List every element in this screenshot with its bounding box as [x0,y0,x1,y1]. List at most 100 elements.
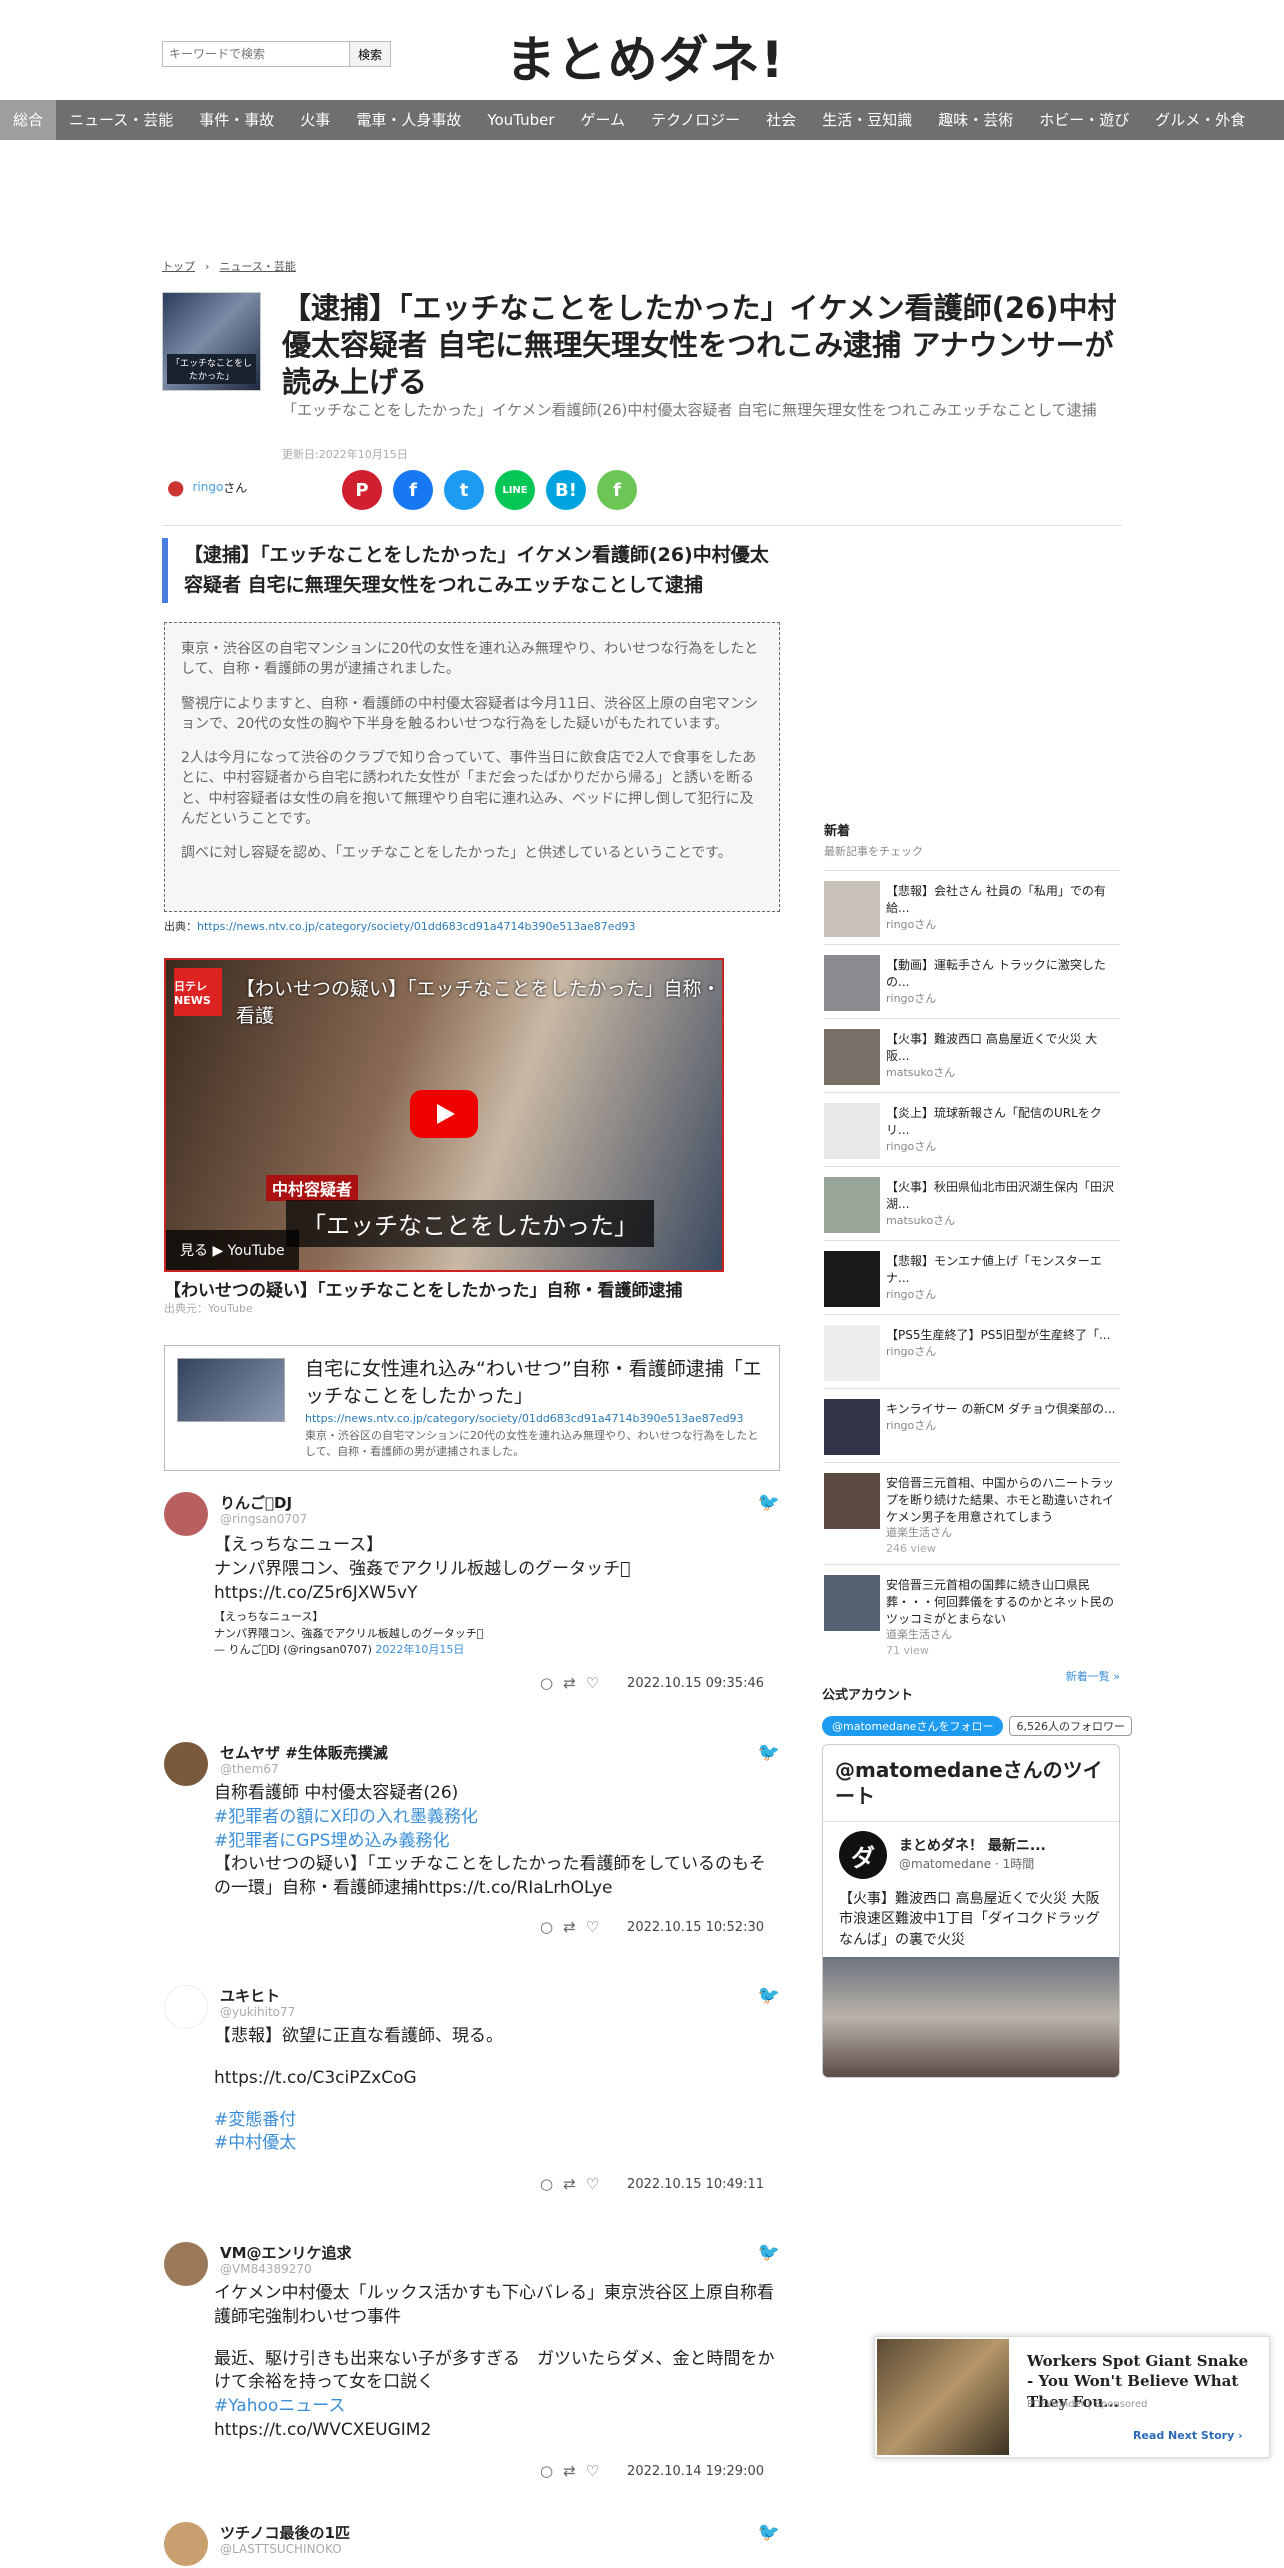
tweet-author[interactable]: セムヤザ #生体販売撲滅 [220,1742,388,1763]
tweet-actions[interactable]: ○⇄♡ [540,1918,609,1936]
sidebar-article-thumbnail[interactable] [824,1177,880,1233]
tweet-time[interactable]: 2022.10.15 10:49:11 [627,2177,764,2192]
sidebar-article-title[interactable]: 【PS5生産終了】PS5旧型が生産終了「... [886,1327,1118,1344]
tweet-hashtag[interactable]: #犯罪者の額にX印の入れ墨義務化 [214,1806,780,1830]
twitter-bird-icon[interactable]: 🐦 [758,1742,780,1763]
sidebar-author-link[interactable]: matsuko [886,1214,933,1227]
sidebar-article-title[interactable]: 【動画】運転手さん トラックに激突した の... [886,957,1118,991]
follow-button[interactable]: @matomedaneさんをフォロー [822,1716,1004,1736]
sidebar-author-link[interactable]: 道楽生活 [886,1628,930,1641]
retweet-icon[interactable]: ⇄ [563,1918,586,1936]
sidebar-article-thumbnail[interactable] [824,955,880,1011]
tweet-hashtag[interactable]: #犯罪者にGPS埋め込み義務化 [214,1830,780,1854]
pinterest-icon[interactable]: P [342,470,382,510]
sidebar-article[interactable]: 【火事】秋田県仙北市田沢湖生保内「田沢湖... matsukoさん [824,1166,1120,1240]
tweet-time[interactable]: 2022.10.14 19:29:00 [627,2464,764,2479]
nav-item[interactable]: 社会 [753,100,809,140]
watch-on-youtube-button[interactable]: 見る ▶ YouTube [166,1230,299,1270]
sidebar-article-title[interactable]: 【悲報】モンエナ値上げ「モンスターエナ... [886,1253,1118,1287]
reply-icon[interactable]: ○ [540,2175,563,2193]
timeline-header[interactable]: @matomedaneさんのツイート [823,1745,1119,1822]
tweet-author[interactable]: ユキヒト [220,1985,280,2006]
video-title[interactable]: 【わいせつの疑い】「エッチなことをしたかった」自称・看護 [236,974,722,1028]
sidebar-author-link[interactable]: ringo [886,1140,914,1153]
retweet-icon[interactable]: ⇄ [563,2462,586,2480]
nav-item[interactable]: 電車・人身事故 [343,100,474,140]
sidebar-article-title[interactable]: 【悲報】会社さん 社員の「私用」での有給... [886,883,1118,917]
reply-icon[interactable]: ○ [540,1674,563,1692]
nav-item[interactable]: 趣味・芸術 [925,100,1026,140]
sidebar-article-thumbnail[interactable] [824,1325,880,1381]
sidebar-article-thumbnail[interactable] [824,1251,880,1307]
twitter-bird-icon[interactable]: 🐦 [758,2522,780,2543]
avatar[interactable] [164,1492,208,1536]
search-input[interactable] [162,41,350,67]
sidebar-author-link[interactable]: ringo [886,1345,914,1358]
nav-item[interactable]: 火事 [287,100,343,140]
sidebar-article-title[interactable]: 安倍晋三元首相の国葬に続き山口県民葬・・・何回葬儀をするのかとネット民のツッコミ… [886,1577,1118,1627]
tweet-actions[interactable]: ○⇄♡ [540,2175,609,2193]
twitter-icon[interactable]: t [444,470,484,510]
twitter-bird-icon[interactable]: 🐦 [758,1492,780,1513]
sidebar-article[interactable]: 【火事】難波西口 高島屋近くで火災 大阪... matsukoさん [824,1018,1120,1092]
sidebar-author-link[interactable]: ringo [886,992,914,1005]
avatar[interactable] [164,2522,208,2566]
sidebar-article[interactable]: 【PS5生産終了】PS5旧型が生産終了「... ringoさん [824,1314,1120,1388]
hatena-icon[interactable]: B! [546,470,586,510]
nav-item[interactable]: YouTuber [474,100,567,140]
nav-item[interactable]: グルメ・外食 [1142,100,1258,140]
sidebar-article[interactable]: 安倍晋三元首相の国葬に続き山口県民葬・・・何回葬儀をするのかとネット民のツッコミ… [824,1564,1120,1664]
timeline-account-name[interactable]: まとめダネ！ 最新ニ... [899,1835,1046,1855]
play-icon[interactable] [410,1090,478,1138]
tweet-actions[interactable]: ○⇄♡ [540,1674,609,1692]
like-icon[interactable]: ♡ [586,1674,609,1692]
retweet-icon[interactable]: ⇄ [563,2175,586,2193]
sidebar-author-link[interactable]: matsuko [886,1066,933,1079]
breadcrumb-top[interactable]: トップ [162,260,195,273]
sidebar-article-title[interactable]: 【火事】難波西口 高島屋近くで火災 大阪... [886,1031,1118,1065]
twitter-bird-icon[interactable]: 🐦 [758,2242,780,2263]
youtube-video[interactable]: 日テレNEWS 【わいせつの疑い】「エッチなことをしたかった」自称・看護 中村容… [164,958,724,1272]
nav-item[interactable]: ゲーム [568,100,639,140]
author-link[interactable]: ringo [192,480,223,494]
reply-icon[interactable]: ○ [540,2462,563,2480]
sidebar-article[interactable]: 【炎上】琉球新報さん「配信のURLをクリ... ringoさん [824,1092,1120,1166]
ad-read-more[interactable]: Read Next Story › [1133,2429,1243,2442]
sidebar-article-title[interactable]: 【炎上】琉球新報さん「配信のURLをクリ... [886,1105,1118,1139]
retweet-icon[interactable]: ⇄ [563,1674,586,1692]
nav-item[interactable]: テクノロジー [638,100,753,140]
tweet-time[interactable]: 2022.10.15 09:35:46 [627,1676,764,1691]
tweet-embed-date[interactable]: 2022年10月15日 [375,1643,464,1656]
sidebar-article[interactable]: 安倍晋三元首相、中国からのハニートラップを断り続けた結果、ホモと勘違いされイケメ… [824,1462,1120,1562]
tweet-hashtag[interactable]: #Yahooニュース [214,2395,780,2419]
sidebar-article-title[interactable]: 安倍晋三元首相、中国からのハニートラップを断り続けた結果、ホモと勘違いされイケメ… [886,1475,1118,1525]
sidebar-article-thumbnail[interactable] [824,1399,880,1455]
sidebar-article-thumbnail[interactable] [824,1473,880,1529]
link-card[interactable]: 自宅に女性連れ込み“わいせつ”自称・看護師逮捕「エッチなことをしたかった」 ht… [164,1345,780,1471]
like-icon[interactable]: ♡ [586,2175,609,2193]
tweet-link[interactable]: https://t.co/C3ciPZxCoG [214,2067,780,2091]
sidebar-more-link[interactable]: 新着一覧 » [1066,1668,1120,1684]
tweet-time[interactable]: 2022.10.15 10:52:30 [627,1920,764,1935]
tweet-hashtag[interactable]: #中村優太 [214,2132,780,2156]
sidebar-article[interactable]: キンライサー の新CM ダチョウ倶楽部の... ringoさん [824,1388,1120,1462]
sidebar-article-thumbnail[interactable] [824,881,880,937]
sidebar-author-link[interactable]: ringo [886,918,914,931]
sidebar-author-link[interactable]: 道楽生活 [886,1526,930,1539]
tweet-hashtag[interactable]: #変態番付 [214,2109,780,2133]
sidebar-article-thumbnail[interactable] [824,1103,880,1159]
twitter-bird-icon[interactable]: 🐦 [758,1985,780,2006]
site-logo[interactable]: まとめダネ! [500,20,790,92]
sponsored-ad[interactable]: Workers Spot Giant Snake - You Won't Bel… [874,2336,1270,2458]
avatar[interactable] [164,2242,208,2286]
like-icon[interactable]: ♡ [586,1918,609,1936]
sidebar-author-link[interactable]: ringo [886,1419,914,1432]
tweet-author[interactable]: りんご􏿿DJ [220,1492,292,1513]
sidebar-article-thumbnail[interactable] [824,1029,880,1085]
nav-item[interactable]: 総合 [0,100,57,140]
tweet-author[interactable]: VM@エンリケ追求 [220,2242,352,2263]
avatar[interactable] [164,1742,208,1786]
tweet-link[interactable]: https://t.co/WVCXEUGIM2 [214,2419,780,2443]
source-link[interactable]: https://news.ntv.co.jp/category/society/… [197,920,636,933]
line-icon[interactable]: LINE [495,470,535,510]
